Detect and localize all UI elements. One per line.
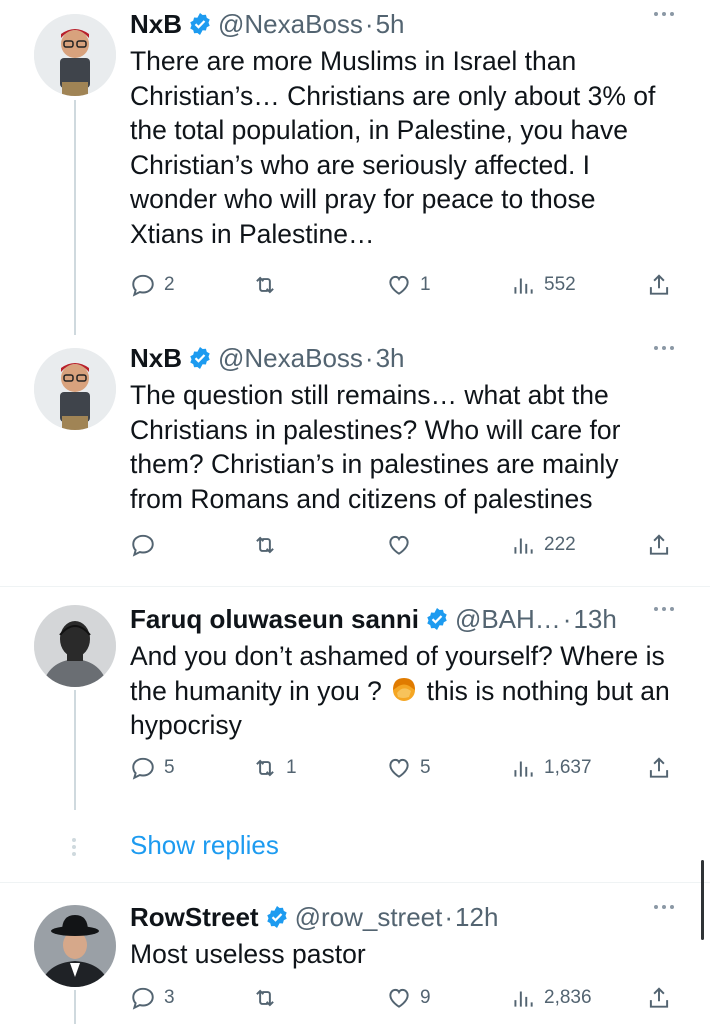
avatar[interactable] <box>34 605 116 687</box>
separator: · <box>364 342 374 373</box>
verified-badge-icon <box>427 608 447 630</box>
timestamp[interactable]: 13h <box>573 604 616 635</box>
like-count: 1 <box>420 274 431 295</box>
retweet-icon <box>256 989 274 1007</box>
handle[interactable]: @NexaBoss <box>218 343 363 374</box>
tweet[interactable]: NxB @NexaBoss · 3h The question still re… <box>0 336 710 586</box>
share-button[interactable] <box>646 532 672 558</box>
tweet-actions: 3 9 2,836 <box>130 985 675 1021</box>
tweet[interactable]: RowStreet @row_street · 12h Most useless… <box>0 883 710 1024</box>
tweet[interactable]: Faruq oluwaseun sanni @BAH… · 13h And yo… <box>0 587 710 817</box>
retweet-button[interactable]: 1 <box>252 755 297 781</box>
show-replies-link[interactable]: Show replies <box>130 830 279 861</box>
timestamp[interactable]: 5h <box>376 9 405 40</box>
views-icon <box>514 991 533 1007</box>
like-icon <box>389 275 409 295</box>
view-count: 552 <box>544 274 576 295</box>
like-count: 5 <box>420 757 431 778</box>
like-count: 9 <box>420 987 431 1008</box>
tweet-header: Faruq oluwaseun sanni @BAH… · 13h <box>130 601 674 637</box>
display-name[interactable]: NxB <box>130 9 182 40</box>
tweet-text: Most useless pastor <box>130 939 366 969</box>
more-icon[interactable] <box>654 905 674 909</box>
woman-facepalming-emoji <box>393 677 416 701</box>
views-button[interactable]: 222 <box>510 532 576 558</box>
handle[interactable]: @NexaBoss <box>218 9 363 40</box>
separator: · <box>444 901 454 932</box>
view-count: 2,836 <box>544 987 592 1008</box>
more-icon[interactable] <box>654 12 674 16</box>
views-button[interactable]: 1,637 <box>510 755 592 781</box>
reply-icon <box>132 534 154 557</box>
avatar[interactable] <box>34 348 116 430</box>
like-icon <box>389 988 409 1008</box>
retweet-button[interactable] <box>252 985 286 1011</box>
share-button[interactable] <box>646 985 672 1011</box>
display-name[interactable]: NxB <box>130 343 182 374</box>
tweet[interactable]: NxB @NexaBoss · 5h There are more Muslim… <box>0 0 710 330</box>
views-icon <box>514 761 533 777</box>
reply-icon <box>132 757 154 780</box>
reply-count: 2 <box>164 274 175 295</box>
tweet-text: The question still remains… what abt the… <box>130 380 621 514</box>
verified-badge-icon <box>266 906 287 928</box>
like-button[interactable]: 9 <box>386 985 431 1011</box>
handle[interactable]: @row_street <box>295 902 443 933</box>
share-icon <box>649 274 669 295</box>
tweet-header: RowStreet @row_street · 12h <box>130 899 674 935</box>
tweet-header: NxB @NexaBoss · 3h <box>130 340 674 376</box>
timestamp[interactable]: 3h <box>376 343 405 374</box>
separator: · <box>562 603 572 634</box>
view-count: 1,637 <box>544 757 592 778</box>
views-button[interactable]: 552 <box>510 272 576 298</box>
retweet-button[interactable] <box>252 272 286 298</box>
views-icon <box>514 538 533 554</box>
retweet-count: 1 <box>286 757 297 778</box>
share-icon <box>649 757 669 778</box>
more-replies-dots <box>72 838 76 856</box>
more-icon[interactable] <box>654 346 674 350</box>
share-button[interactable] <box>646 755 672 781</box>
verified-badge-icon <box>190 347 210 369</box>
reply-button[interactable]: 2 <box>130 272 175 298</box>
display-name[interactable]: RowStreet <box>130 902 259 933</box>
reply-button[interactable] <box>130 532 164 558</box>
view-count: 222 <box>544 534 576 555</box>
tweet-header: NxB @NexaBoss · 5h <box>130 6 674 42</box>
like-button[interactable] <box>386 532 420 558</box>
tweet-actions: 5 1 5 1,637 <box>130 755 675 791</box>
tweet-text: There are more Muslims in Israel than Ch… <box>130 46 656 249</box>
reply-count: 3 <box>164 987 175 1008</box>
reply-count: 5 <box>164 757 175 778</box>
display-name[interactable]: Faruq oluwaseun sanni <box>130 604 419 635</box>
retweet-icon <box>256 276 274 294</box>
avatar[interactable] <box>34 905 116 987</box>
more-icon[interactable] <box>654 607 674 611</box>
verified-badge-icon <box>190 13 210 35</box>
scrollbar[interactable] <box>701 860 704 940</box>
like-button[interactable]: 1 <box>386 272 431 298</box>
tweet-actions: 222 <box>130 532 675 568</box>
share-button[interactable] <box>646 272 672 298</box>
separator: · <box>364 8 374 39</box>
retweet-icon <box>256 536 274 554</box>
views-button[interactable]: 2,836 <box>510 985 592 1011</box>
share-icon <box>649 987 669 1008</box>
share-icon <box>649 534 669 555</box>
reply-icon <box>132 274 154 297</box>
tweet-text: And you don’t ashamed of yourself? Where… <box>130 639 674 743</box>
retweet-button[interactable] <box>252 532 286 558</box>
handle[interactable]: @BAH… <box>455 604 561 635</box>
reply-icon <box>132 987 154 1010</box>
views-icon <box>514 278 533 294</box>
retweet-icon <box>256 759 274 777</box>
avatar[interactable] <box>34 14 116 96</box>
like-button[interactable]: 5 <box>386 755 431 781</box>
like-icon <box>389 758 409 778</box>
reply-button[interactable]: 5 <box>130 755 175 781</box>
reply-button[interactable]: 3 <box>130 985 175 1011</box>
tweet-actions: 2 1 552 <box>130 272 675 308</box>
timestamp[interactable]: 12h <box>455 902 498 933</box>
like-icon <box>389 535 409 555</box>
